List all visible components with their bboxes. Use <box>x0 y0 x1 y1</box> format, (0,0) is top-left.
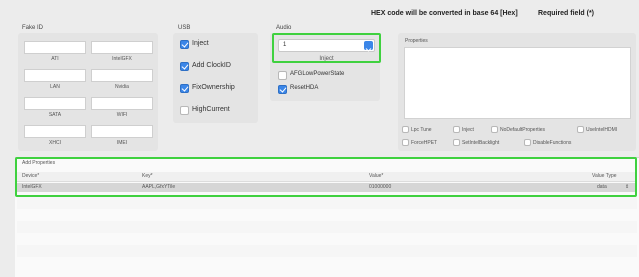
flag-useintelhdmi-checkbox[interactable] <box>577 126 584 133</box>
usb-highcurrent-checkbox[interactable] <box>180 106 189 115</box>
flag-useintelhdmi-label: UseIntelHDMI <box>586 127 618 133</box>
fake-id-intelgfx-input[interactable] <box>91 41 153 54</box>
add-properties-highlight <box>15 157 637 197</box>
fake-id-xhci-label: XHCI <box>49 140 61 146</box>
fake-id-title: Fake ID <box>22 25 44 31</box>
flag-forcehpet-label: ForceHPET <box>411 140 438 146</box>
audio-title: Audio <box>276 25 292 31</box>
fake-id-intelgfx-label: IntelGFX <box>112 56 132 62</box>
usb-add-clockid-checkbox[interactable] <box>180 62 189 71</box>
fake-id-sata-input[interactable] <box>24 97 86 110</box>
audio-resethda-checkbox[interactable] <box>278 85 287 94</box>
flag-disablefunctions-checkbox[interactable] <box>524 139 531 146</box>
flag-nodefaultproperties-checkbox[interactable] <box>491 126 498 133</box>
audio-select-highlight <box>272 33 381 63</box>
usb-add-clockid-label: Add ClockID <box>192 62 231 69</box>
flag-lpc-tune-checkbox[interactable] <box>402 126 409 133</box>
audio-resethda-label: ResetHDA <box>290 85 319 91</box>
properties-title: Properties <box>405 38 428 44</box>
usb-fixownership-checkbox[interactable] <box>180 84 189 93</box>
usb-fixownership-label: FixOwnership <box>192 84 235 91</box>
flag-inject-checkbox[interactable] <box>453 126 460 133</box>
fake-id-nvidia-input[interactable] <box>91 69 153 82</box>
flag-inject-label: Inject <box>462 127 474 133</box>
fake-id-ati-input[interactable] <box>24 41 86 54</box>
flag-forcehpet-checkbox[interactable] <box>402 139 409 146</box>
empty-row <box>17 197 637 209</box>
flag-nodefaultproperties-label: NoDefaultProperties <box>500 127 546 133</box>
audio-afglowpowerstate-checkbox[interactable] <box>278 71 287 80</box>
fake-id-lan-label: LAN <box>50 84 60 90</box>
fake-id-wifi-input[interactable] <box>91 97 153 110</box>
usb-inject-label: Inject <box>192 40 209 47</box>
flag-disablefunctions-label: DisableFunctions <box>533 140 572 146</box>
fake-id-ati-label: ATI <box>51 56 59 62</box>
fake-id-lan-input[interactable] <box>24 69 86 82</box>
usb-highcurrent-label: HighCurrent <box>192 106 230 113</box>
fake-id-xhci-input[interactable] <box>24 125 86 138</box>
audio-afglowpowerstate-label: AFGLowPowerState <box>290 71 345 77</box>
empty-row <box>17 221 637 233</box>
fake-id-wifi-label: WIFI <box>116 112 128 118</box>
properties-textarea[interactable] <box>404 47 631 119</box>
flag-setintelbacklight-checkbox[interactable] <box>453 139 460 146</box>
usb-inject-checkbox[interactable] <box>180 40 189 49</box>
flag-setintelbacklight-label: SetIntelBacklight <box>462 140 500 146</box>
fake-id-imei-label: IMEI <box>116 140 128 146</box>
hex-info-text: HEX code will be converted in base 64 [H… <box>371 10 518 17</box>
fake-id-sata-label: SATA <box>48 112 62 118</box>
empty-row <box>17 245 637 257</box>
fake-id-nvidia-label: Nvidia <box>115 84 129 90</box>
required-field-text: Required field (*) <box>538 10 595 17</box>
usb-title: USB <box>178 25 191 31</box>
fake-id-imei-input[interactable] <box>91 125 153 138</box>
flag-lpc-tune-label: Lpc Tune <box>411 127 432 133</box>
